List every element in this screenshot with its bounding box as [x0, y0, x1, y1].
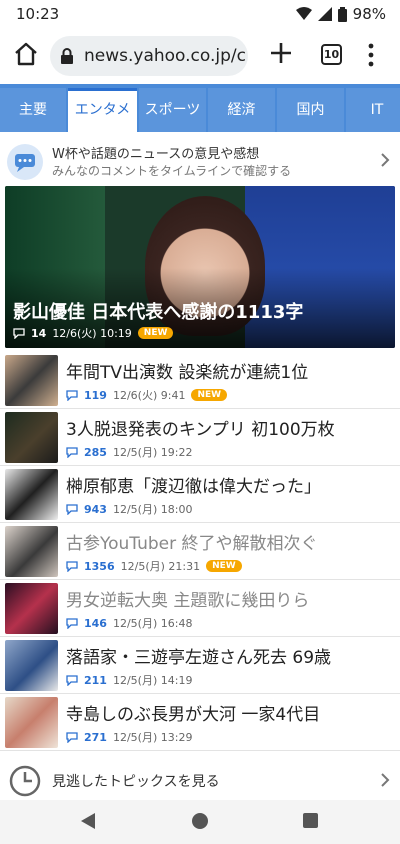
- comment-icon: [13, 327, 25, 339]
- tab-2[interactable]: エンタメ: [68, 88, 137, 132]
- clock-icon: [9, 765, 41, 797]
- tab-5[interactable]: 国内: [277, 88, 344, 132]
- status-bar: 10:23 98%: [0, 0, 400, 28]
- article-meta: 271 12/5(月) 13:29: [66, 729, 192, 745]
- comment-icon: [66, 389, 78, 401]
- article-title: 古参YouTuber 終了や解散相次ぐ: [66, 534, 318, 554]
- article-meta: 119 12/6(火) 9:41 NEW: [66, 387, 228, 403]
- overflow-menu-icon[interactable]: [366, 42, 376, 68]
- article-row[interactable]: 3人脱退発表のキンプリ 初100万枚 285 12/5(月) 19:22: [0, 409, 400, 466]
- article-thumbnail: [5, 469, 58, 520]
- status-icons: 98%: [295, 5, 386, 23]
- home-button-icon[interactable]: [192, 813, 208, 829]
- article-title: 落語家・三遊亭左遊さん死去 69歳: [66, 648, 332, 668]
- comment-count: 119: [84, 388, 107, 402]
- article-row[interactable]: 寺島しのぶ長男が大河 一家4代目 271 12/5(月) 13:29: [0, 694, 400, 751]
- comment-icon: [66, 446, 78, 458]
- missed-topics-label: 見逃したトピックスを見る: [52, 774, 220, 790]
- chevron-right-icon: [381, 153, 390, 167]
- wifi-icon: [295, 7, 312, 20]
- article-thumbnail: [5, 355, 58, 406]
- article-thumbnail: [5, 583, 58, 634]
- hero-meta: 14 12/6(火) 10:19 NEW: [13, 325, 174, 341]
- article-date: 12/5(月) 18:00: [112, 503, 193, 516]
- comment-icon: [66, 731, 78, 743]
- comment-icon: [66, 560, 78, 572]
- new-badge: NEW: [206, 560, 242, 572]
- article-thumbnail: [5, 640, 58, 691]
- article-title: 年間TV出演数 設楽統が連続1位: [66, 363, 309, 383]
- system-nav-bar: [0, 800, 400, 844]
- article-meta: 1356 12/5(月) 21:31 NEW: [66, 558, 242, 574]
- article-meta: 211 12/5(月) 14:19: [66, 672, 192, 688]
- article-date: 12/5(月) 21:31: [120, 560, 201, 573]
- lock-icon: [61, 48, 73, 64]
- article-date: 12/5(月) 19:22: [112, 446, 193, 459]
- article-date: 12/5(月) 16:48: [112, 617, 193, 630]
- url-text: news.yahoo.co.jp/c: [84, 46, 246, 66]
- article-row[interactable]: 古参YouTuber 終了や解散相次ぐ 1356 12/5(月) 21:31 NEW: [0, 523, 400, 580]
- back-icon[interactable]: [80, 812, 96, 830]
- article-thumbnail: [5, 412, 58, 463]
- article-date: 12/5(月) 14:19: [112, 674, 193, 687]
- article-row[interactable]: 榊原郁恵「渡辺徹は偉大だった」 943 12/5(月) 18:00: [0, 466, 400, 523]
- comment-count: 1356: [84, 559, 115, 573]
- article-thumbnail: [5, 697, 58, 748]
- new-badge: NEW: [191, 389, 228, 401]
- category-tab-bar: 主要 エンタメ スポーツ 経済 国内 IT: [0, 84, 400, 132]
- battery-level: 98%: [352, 5, 386, 23]
- status-time: 10:23: [16, 5, 60, 23]
- comment-count: 271: [84, 730, 107, 744]
- comment-icon: [66, 674, 78, 686]
- comment-count: 943: [84, 502, 107, 516]
- article-meta: 285 12/5(月) 19:22: [66, 444, 192, 460]
- signal-icon: [317, 7, 332, 21]
- comment-icon: [66, 617, 78, 629]
- new-badge: NEW: [137, 327, 174, 339]
- tab-6[interactable]: IT: [346, 88, 400, 132]
- article-meta: 146 12/5(月) 16:48: [66, 615, 192, 631]
- chevron-right-icon: [381, 773, 390, 787]
- tab-3[interactable]: スポーツ: [139, 88, 206, 132]
- tab-switcher-button[interactable]: 10: [321, 44, 342, 65]
- comment-count: 146: [84, 616, 107, 630]
- article-date: 12/5(月) 13:29: [112, 731, 193, 744]
- article-meta: 943 12/5(月) 18:00: [66, 501, 192, 517]
- banner-title: W杯や話題のニュースの意見や感想: [52, 147, 260, 162]
- battery-icon: [337, 6, 347, 22]
- comment-bubble-icon: [7, 144, 43, 180]
- recent-apps-icon[interactable]: [303, 813, 318, 828]
- tab-4[interactable]: 経済: [208, 88, 275, 132]
- article-title: 榊原郁恵「渡辺徹は偉大だった」: [66, 477, 321, 497]
- banner-subtitle: みんなのコメントをタイムラインで確認する: [52, 164, 292, 178]
- missed-topics-link[interactable]: 見逃したトピックスを見る: [0, 760, 400, 800]
- article-list: 年間TV出演数 設楽統が連続1位 119 12/6(火) 9:41 NEW 3人脱退発表…: [0, 352, 400, 751]
- comment-icon: [66, 503, 78, 515]
- address-bar[interactable]: news.yahoo.co.jp/c: [50, 36, 248, 76]
- hero-date: 12/6(火) 10:19: [52, 327, 132, 340]
- tab-1[interactable]: 主要: [0, 88, 66, 132]
- comment-count: 285: [84, 445, 107, 459]
- article-title: 寺島しのぶ長男が大河 一家4代目: [66, 705, 321, 725]
- hero-comment-count: 14: [31, 326, 47, 340]
- hero-article[interactable]: 影山優佳 日本代表へ感謝の1113字 14 12/6(火) 10:19 NEW: [5, 186, 395, 348]
- comment-timeline-banner[interactable]: W杯や話題のニュースの意見や感想 みんなのコメントをタイムラインで確認する: [0, 140, 400, 184]
- article-row[interactable]: 落語家・三遊亭左遊さん死去 69歳 211 12/5(月) 14:19: [0, 637, 400, 694]
- article-title: 男女逆転大奥 主題歌に幾田りら: [66, 591, 310, 611]
- new-tab-icon[interactable]: [268, 40, 294, 66]
- article-title: 3人脱退発表のキンプリ 初100万枚: [66, 420, 335, 440]
- home-icon[interactable]: [12, 40, 40, 68]
- comment-count: 211: [84, 673, 107, 687]
- article-row[interactable]: 男女逆転大奥 主題歌に幾田りら 146 12/5(月) 16:48: [0, 580, 400, 637]
- article-thumbnail: [5, 526, 58, 577]
- browser-toolbar: news.yahoo.co.jp/c 10: [0, 28, 400, 84]
- hero-title: 影山優佳 日本代表へ感謝の1113字: [13, 302, 304, 323]
- article-date: 12/6(火) 9:41: [112, 389, 186, 402]
- article-row[interactable]: 年間TV出演数 設楽統が連続1位 119 12/6(火) 9:41 NEW: [0, 352, 400, 409]
